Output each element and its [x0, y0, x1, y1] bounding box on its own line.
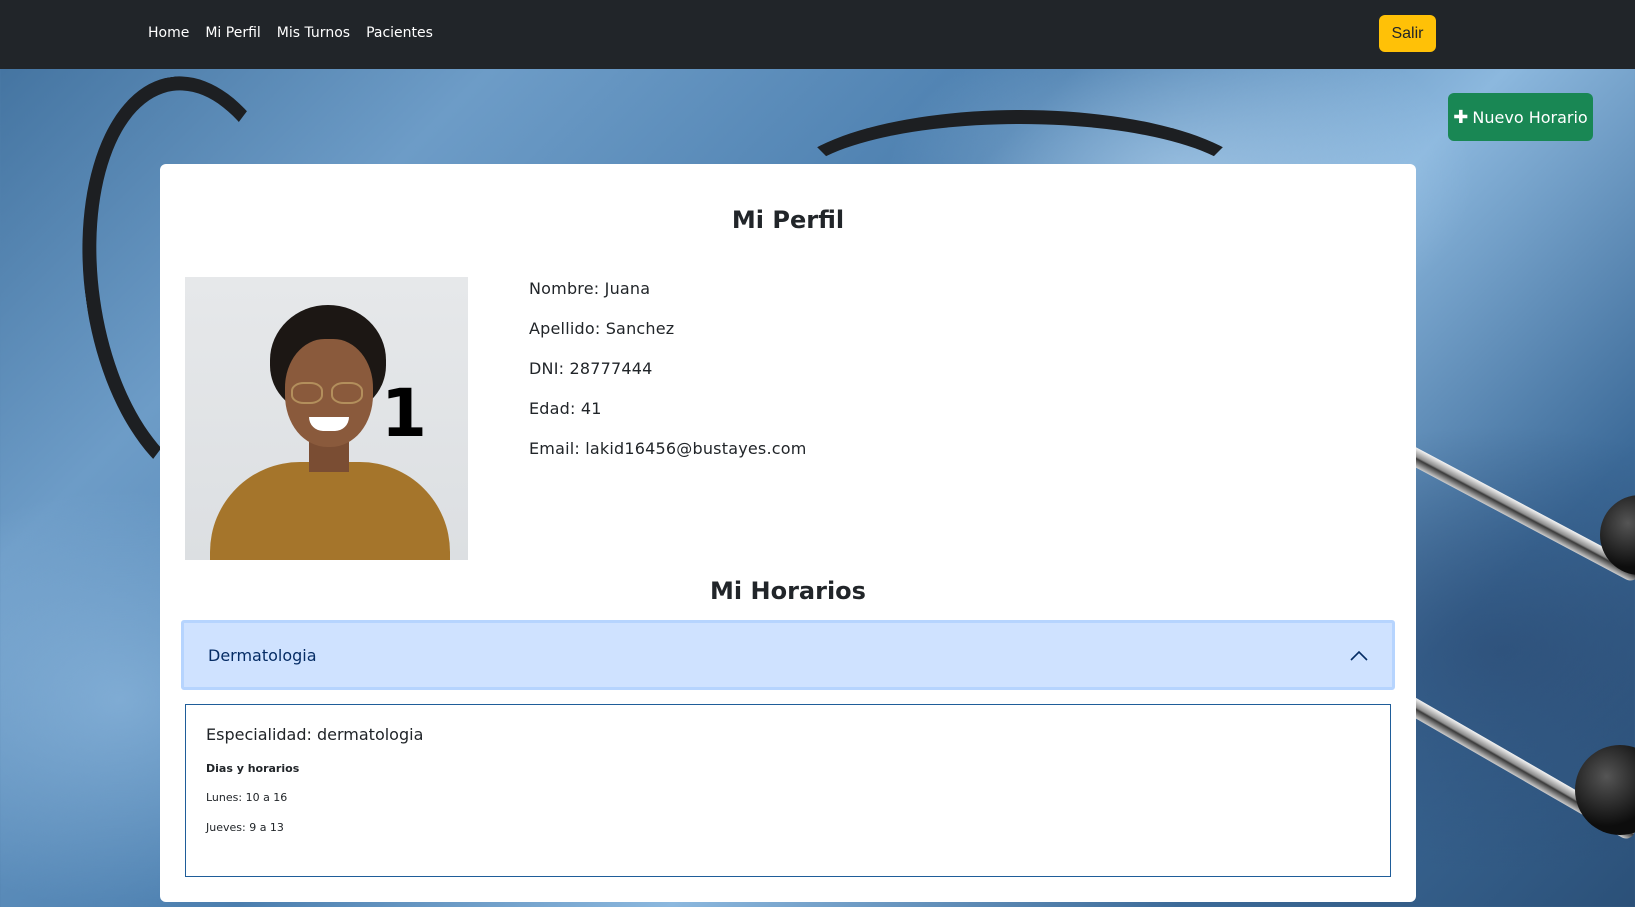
page-title: Mi Perfil [731, 206, 845, 234]
new-schedule-label: Nuevo Horario [1472, 107, 1588, 127]
profile-nombre: Nombre: Juana [529, 279, 651, 298]
dias-horarios-heading: Dias y horarios [206, 762, 300, 775]
logout-button[interactable]: Salir [1379, 15, 1436, 52]
nav-link-mi-perfil[interactable]: Mi Perfil [205, 25, 260, 41]
background-stethoscope-metal [1395, 441, 1635, 584]
nav-link-pacientes[interactable]: Pacientes [366, 25, 433, 41]
background-stethoscope-earpiece [1575, 745, 1635, 835]
accordion-label: Dermatologia [208, 645, 317, 665]
photo-glasses [291, 382, 323, 404]
profile-apellido: Apellido: Sanchez [529, 319, 675, 338]
profile-photo: 1 [185, 277, 468, 560]
top-navbar: Home Mi Perfil Mis Turnos Pacientes Sali… [0, 0, 1635, 69]
photo-glasses [331, 382, 363, 404]
schedule-day: Lunes: 10 a 16 [206, 791, 288, 804]
nav-links: Home Mi Perfil Mis Turnos Pacientes [148, 0, 449, 66]
plus-icon: ✚ [1453, 106, 1469, 128]
chevron-up-icon [1350, 650, 1368, 661]
accordion-header-dermatologia[interactable]: Dermatologia [181, 620, 1395, 690]
schedule-day: Jueves: 9 a 13 [206, 821, 284, 834]
new-schedule-button[interactable]: ✚ Nuevo Horario [1448, 93, 1593, 141]
profile-email: Email: lakid16456@bustayes.com [529, 439, 807, 458]
profile-edad: Edad: 41 [529, 399, 602, 418]
profile-card: Mi Perfil 1 Nombre: Juana Apellido: Sanc… [160, 164, 1416, 902]
schedules-title: Mi Horarios [710, 577, 866, 605]
photo-shirt [210, 462, 450, 560]
nav-link-mis-turnos[interactable]: Mis Turnos [277, 25, 350, 41]
especialidad-text: Especialidad: dermatologia [206, 725, 424, 744]
nav-link-home[interactable]: Home [148, 25, 189, 41]
accordion-body-dermatologia: Especialidad: dermatologia Dias y horari… [185, 704, 1391, 877]
profile-info: Nombre: Juana Apellido: Sanchez DNI: 287… [529, 279, 807, 479]
photo-number: 1 [381, 375, 427, 452]
profile-dni: DNI: 28777444 [529, 359, 653, 378]
